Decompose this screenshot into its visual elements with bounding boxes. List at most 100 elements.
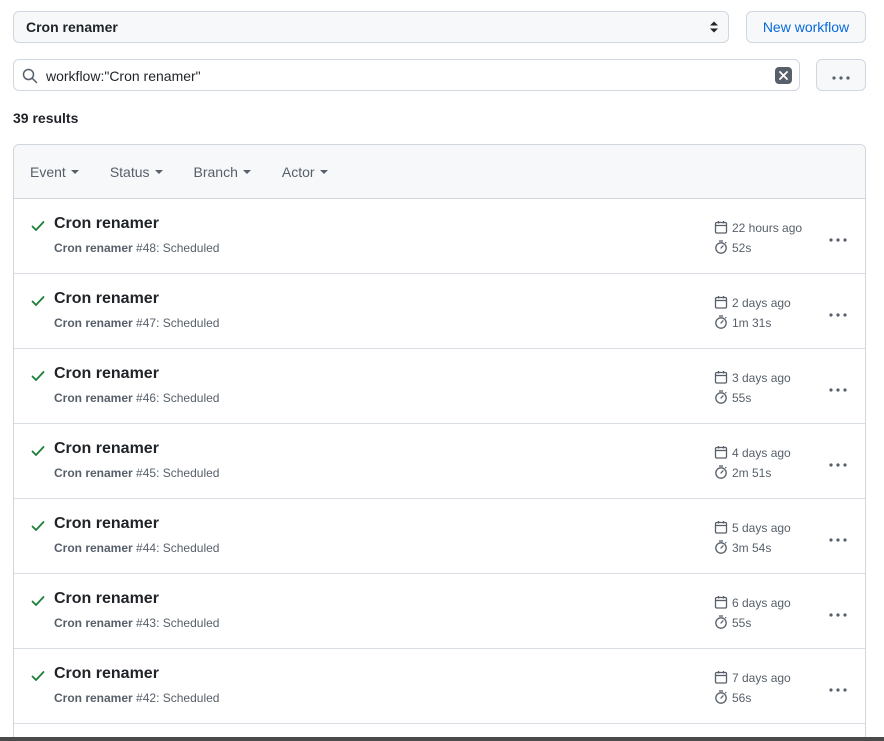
run-meta: 6 days ago 55s <box>714 593 824 633</box>
run-title[interactable]: Cron renamer <box>54 290 159 308</box>
success-check-icon <box>31 369 45 386</box>
run-meta: 5 days ago 3m 54s <box>714 518 824 558</box>
run-title[interactable]: Cron renamer <box>54 215 159 233</box>
workflow-select[interactable]: Cron renamer <box>13 11 729 43</box>
run-subtitle: Cron renamer #43: Scheduled <box>54 616 219 630</box>
run-date: 3 days ago <box>714 368 824 388</box>
kebab-horizontal-icon <box>829 229 847 245</box>
run-event: : Scheduled <box>156 241 220 255</box>
run-actions-button[interactable] <box>822 600 854 624</box>
success-check-icon <box>31 594 45 611</box>
run-meta: 3 days ago 55s <box>714 368 824 408</box>
run-number: #48 <box>136 241 157 255</box>
run-title[interactable]: Cron renamer <box>54 440 159 458</box>
run-duration-value: 55s <box>732 391 752 405</box>
run-when: 5 days ago <box>732 521 791 535</box>
run-number: #46 <box>136 391 157 405</box>
run-number: #43 <box>136 616 157 630</box>
run-subtitle: Cron renamer #47: Scheduled <box>54 316 219 330</box>
kebab-horizontal-icon <box>829 454 847 470</box>
filter-status[interactable]: Status <box>110 164 163 180</box>
workflow-run-row[interactable]: Cron renamer Cron renamer #48: Scheduled… <box>14 199 865 274</box>
calendar-icon <box>714 295 732 312</box>
run-workflow-name: Cron renamer <box>54 466 133 480</box>
run-subtitle: Cron renamer #48: Scheduled <box>54 241 219 255</box>
workflow-run-row[interactable]: Cron renamer Cron renamer #46: Scheduled… <box>14 349 865 424</box>
run-title[interactable]: Cron renamer <box>54 515 159 533</box>
kebab-horizontal-icon <box>829 679 847 695</box>
workflow-run-row[interactable]: Cron renamer Cron renamer #43: Scheduled… <box>14 574 865 649</box>
workflow-run-row[interactable]: Cron renamer Cron renamer #45: Scheduled… <box>14 424 865 499</box>
run-subtitle: Cron renamer #44: Scheduled <box>54 541 219 555</box>
run-number: #45 <box>136 466 157 480</box>
filter-label: Status <box>109 163 150 180</box>
success-check-icon <box>31 294 45 311</box>
kebab-horizontal-icon <box>829 529 847 545</box>
run-event: : Scheduled <box>156 316 220 330</box>
run-duration: 2m 51s <box>714 463 824 483</box>
filter-actor[interactable]: Actor <box>282 164 328 180</box>
success-check-icon <box>31 669 45 686</box>
filter-event[interactable]: Event <box>30 164 79 180</box>
run-event: : Scheduled <box>156 466 220 480</box>
run-number: #42 <box>136 691 157 705</box>
run-actions-button[interactable] <box>822 675 854 699</box>
clear-search-icon[interactable] <box>775 67 792 84</box>
run-workflow-name: Cron renamer <box>54 316 133 330</box>
run-event: : Scheduled <box>156 391 220 405</box>
kebab-horizontal-icon <box>829 304 847 320</box>
run-duration: 56s <box>714 688 824 708</box>
stopwatch-icon <box>714 464 732 482</box>
caret-down-icon <box>154 169 163 174</box>
workflow-run-row[interactable]: Cron renamer Cron renamer #42: Scheduled… <box>14 649 865 724</box>
search-icon <box>22 68 38 87</box>
filter-bar: Event Status Branch Actor <box>14 145 865 199</box>
run-title[interactable]: Cron renamer <box>54 365 159 383</box>
run-actions-button[interactable] <box>822 525 854 549</box>
run-date: 7 days ago <box>714 668 824 688</box>
run-number: #44 <box>136 541 157 555</box>
window-bottom-edge <box>0 737 884 741</box>
search-input[interactable]: workflow:"Cron renamer" <box>13 59 800 91</box>
run-event: : Scheduled <box>156 541 220 555</box>
stopwatch-icon <box>714 539 732 557</box>
stopwatch-icon <box>714 314 732 332</box>
stopwatch-icon <box>714 689 732 707</box>
more-options-button[interactable] <box>816 59 866 91</box>
run-subtitle: Cron renamer #46: Scheduled <box>54 391 219 405</box>
run-actions-button[interactable] <box>822 300 854 324</box>
run-when: 7 days ago <box>732 671 791 685</box>
run-when: 3 days ago <box>732 371 791 385</box>
success-check-icon <box>31 219 45 236</box>
run-actions-button[interactable] <box>822 450 854 474</box>
run-subtitle: Cron renamer #45: Scheduled <box>54 466 219 480</box>
filter-branch[interactable]: Branch <box>194 164 251 180</box>
run-duration: 1m 31s <box>714 313 824 333</box>
results-count: 39 results <box>13 110 79 126</box>
workflow-run-row[interactable]: Cron renamer Cron renamer #44: Scheduled… <box>14 499 865 574</box>
success-check-icon <box>31 519 45 536</box>
caret-down-icon <box>70 169 79 174</box>
calendar-icon <box>714 370 732 387</box>
run-duration: 52s <box>714 238 824 258</box>
calendar-icon <box>714 520 732 537</box>
run-when: 2 days ago <box>732 296 791 310</box>
run-duration-value: 52s <box>732 241 752 255</box>
run-title[interactable]: Cron renamer <box>54 590 159 608</box>
run-actions-button[interactable] <box>822 375 854 399</box>
run-actions-button[interactable] <box>822 225 854 249</box>
filter-label: Branch <box>193 163 238 180</box>
select-chevrons-icon <box>709 20 719 37</box>
run-when: 6 days ago <box>732 596 791 610</box>
stopwatch-icon <box>714 389 732 407</box>
run-date: 6 days ago <box>714 593 824 613</box>
new-workflow-button[interactable]: New workflow <box>746 11 866 43</box>
run-duration-value: 1m 31s <box>732 316 772 330</box>
run-duration-value: 3m 54s <box>732 541 772 555</box>
run-date: 4 days ago <box>714 443 824 463</box>
run-title[interactable]: Cron renamer <box>54 665 159 683</box>
search-row: workflow:"Cron renamer" <box>13 59 866 91</box>
run-workflow-name: Cron renamer <box>54 616 133 630</box>
workflow-run-row[interactable]: Cron renamer Cron renamer #47: Scheduled… <box>14 274 865 349</box>
calendar-icon <box>714 670 732 687</box>
